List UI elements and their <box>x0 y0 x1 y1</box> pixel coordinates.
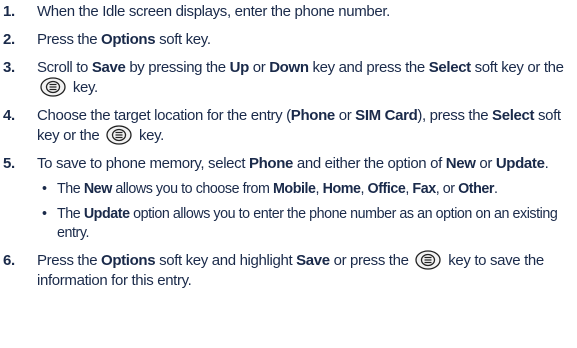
menu-ok-key-icon <box>415 249 442 270</box>
bold-term: Options <box>101 252 156 269</box>
text-run: or press the <box>329 252 413 269</box>
text-run: The <box>57 181 84 197</box>
step-text: Scroll to Save by pressing the Up or Dow… <box>37 58 573 98</box>
step-number: 4. <box>3 107 15 124</box>
text-run: key. <box>69 79 98 96</box>
bold-term: SIM Card <box>355 107 418 124</box>
bullet-marker: • <box>42 181 47 197</box>
step-text: To save to phone memory, select Phone an… <box>37 154 573 174</box>
bold-term: Update <box>495 155 545 172</box>
bold-term: Save <box>296 252 330 269</box>
bold-term: Up <box>229 59 250 76</box>
text-run: or <box>334 107 356 124</box>
step-5: 5. To save to phone memory, select Phone … <box>0 154 577 243</box>
step-text: Press the Options soft key. <box>37 30 573 50</box>
bold-term: Save <box>91 59 126 76</box>
step-number: 2. <box>3 31 15 48</box>
step-text: When the Idle screen displays, enter the… <box>37 2 573 22</box>
bold-term: New <box>83 181 112 197</box>
bold-term: Update <box>83 206 130 222</box>
menu-ok-key-icon <box>106 124 132 145</box>
step-number: 6. <box>3 252 15 269</box>
bold-term: Office <box>367 181 406 197</box>
text-run: . <box>544 155 549 172</box>
text-run: Press the <box>37 31 102 48</box>
bold-term: Down <box>269 59 309 76</box>
bold-term: Options <box>101 31 156 48</box>
bold-term: New <box>445 155 476 172</box>
step-text: Choose the target location for the entry… <box>37 106 573 146</box>
text-run: key and press the <box>308 59 429 76</box>
text-run: by pressing the <box>125 59 230 76</box>
step-4: 4. Choose the target location for the ent… <box>0 106 577 146</box>
sub-bullet-item: • The New allows you to choose from Mobil… <box>37 180 573 199</box>
step-6: 6. Press the Options soft key and highlig… <box>0 249 577 291</box>
text-run: , <box>315 181 323 197</box>
step-number: 1. <box>3 3 15 20</box>
step-number: 5. <box>3 155 15 172</box>
bold-term: Other <box>458 181 494 197</box>
sub-bullet-item: • The Update option allows you to enter t… <box>37 205 573 243</box>
instruction-list: 1. When the Idle screen displays, enter t… <box>0 2 577 299</box>
bold-term: Select <box>428 59 471 76</box>
text-run: soft key. <box>155 31 211 48</box>
text-run: or <box>475 155 496 172</box>
bold-term: Home <box>322 181 361 197</box>
step-3: 3. Scroll to Save by pressing the Up or D… <box>0 58 577 98</box>
bold-term: Phone <box>290 107 335 124</box>
step-2: 2. Press the Options soft key. <box>0 30 577 50</box>
text-run: The <box>57 206 84 222</box>
step-number: 3. <box>3 59 15 76</box>
text-run: To save to phone memory, select <box>37 155 249 172</box>
text-run: allows you to choose from <box>111 181 273 197</box>
step-text: Press the Options soft key and highlight… <box>37 249 573 291</box>
text-run: Press the <box>37 252 102 269</box>
text-run: and either the option of <box>293 155 446 172</box>
text-run: Scroll to <box>37 59 92 76</box>
bullet-marker: • <box>42 206 47 222</box>
text-run: soft key or the <box>470 59 564 76</box>
sub-bullet-list: • The New allows you to choose from Mobil… <box>37 180 573 243</box>
text-run: , <box>360 181 368 197</box>
text-run: ), press the <box>417 107 493 124</box>
step-1: 1. When the Idle screen displays, enter t… <box>0 2 577 22</box>
bold-term: Phone <box>248 155 294 172</box>
bold-term: Fax <box>412 181 436 197</box>
text-run: Choose the target location for the entry… <box>37 107 291 124</box>
text-run: soft key and highlight <box>155 252 297 269</box>
text-run: . <box>494 181 498 197</box>
text-run: or <box>248 59 270 76</box>
text-run: option allows you to enter the phone num… <box>57 206 558 241</box>
text-run: , or <box>435 181 459 197</box>
text-run: key. <box>135 127 165 144</box>
bold-term: Select <box>492 107 535 124</box>
menu-ok-key-icon <box>40 76 66 97</box>
text-run: When the Idle screen displays, enter the… <box>37 3 390 20</box>
bold-term: Mobile <box>272 181 316 197</box>
